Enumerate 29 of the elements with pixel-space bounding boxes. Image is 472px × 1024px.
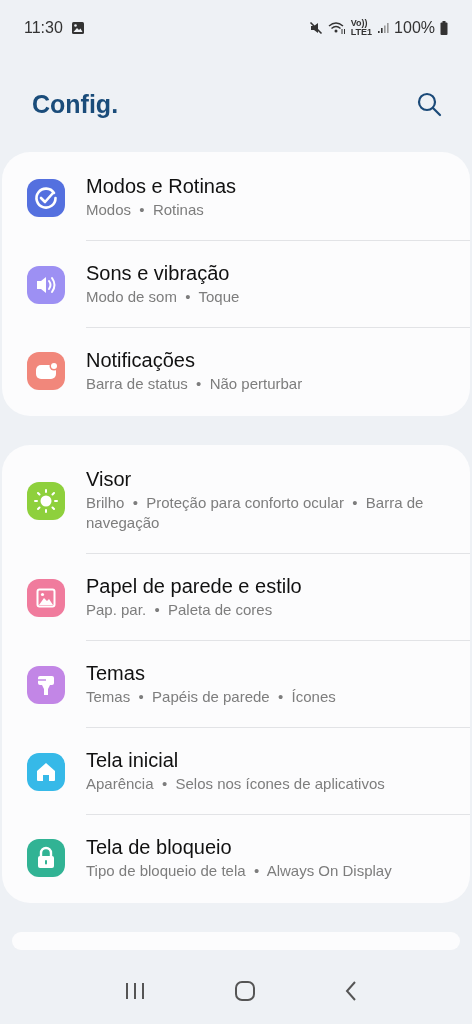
setting-title[interactable]: Sons e vibração: [86, 260, 440, 287]
battery-icon: [440, 21, 448, 35]
setting-title[interactable]: Tela inicial: [86, 747, 440, 774]
setting-summary: Aparência • Selos nos ícones de aplicativos: [86, 774, 386, 794]
setting-summary: Barra de status • Não perturbar: [86, 374, 304, 394]
setting-summary: Tipo de bloqueio de tela • Always On Display: [86, 861, 393, 881]
search-icon[interactable]: [416, 91, 442, 117]
network-label: Vo)) LTE1: [350, 19, 373, 37]
setting-summary: Modo de som • Toque: [86, 287, 241, 307]
wifi-icon: [327, 21, 346, 35]
setting-title[interactable]: Modos e Rotinas: [86, 173, 440, 200]
setting-summary: Pap. par. • Paleta de cores: [86, 600, 274, 620]
page-title: Config.: [32, 89, 119, 119]
setting-title[interactable]: Temas: [86, 660, 440, 687]
setting-title[interactable]: Papel de parede e estilo: [86, 573, 440, 600]
signal-icon: [377, 22, 390, 34]
setting-title[interactable]: Notificações: [86, 347, 440, 374]
mute-icon: [308, 21, 323, 35]
setting-title[interactable]: Visor: [86, 466, 440, 493]
home-icon[interactable]: [234, 980, 256, 1002]
recent-apps-icon[interactable]: [124, 981, 146, 1001]
setting-title[interactable]: Tela de bloqueio: [86, 834, 440, 861]
setting-summary: Brilho • Proteção para conforto ocular • Barra de navegação: [86, 493, 425, 533]
setting-summary: Modos • Rotinas: [86, 200, 205, 220]
back-icon[interactable]: [344, 980, 358, 1002]
image-icon: [70, 21, 85, 35]
battery-percent: 100%: [394, 19, 435, 37]
status-time: 11:30: [24, 19, 63, 37]
setting-summary: Temas • Papéis de parede • Ícones: [86, 687, 337, 707]
